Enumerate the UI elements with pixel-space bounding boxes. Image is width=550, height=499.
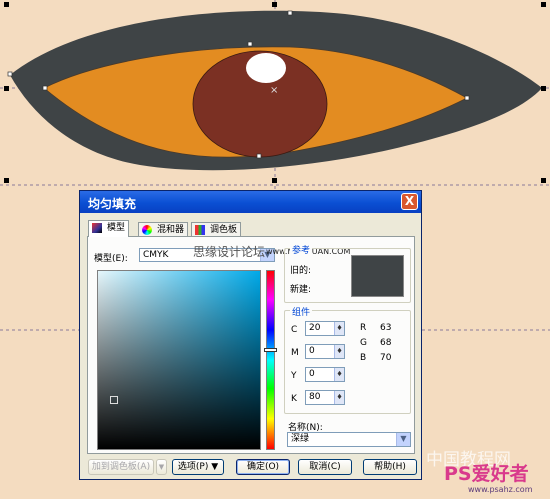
green-value: 68 <box>380 338 392 348</box>
color-picker-marker[interactable] <box>110 396 118 404</box>
blue-value: 70 <box>380 353 392 363</box>
green-label: G <box>360 338 367 348</box>
cancel-button[interactable]: 取消(C) <box>298 459 352 475</box>
add-to-palette-button[interactable]: 加到调色板(A) <box>88 459 154 475</box>
palette-tab-icon <box>195 225 205 235</box>
close-button[interactable]: X <box>401 193 418 210</box>
name-select-value: 深绿 <box>291 434 310 444</box>
yellow-label: Y <box>291 371 297 381</box>
hue-slider[interactable] <box>264 270 277 450</box>
red-value: 63 <box>380 323 392 333</box>
color-preview-swatch <box>351 255 404 297</box>
cyan-value: 20 <box>309 323 321 333</box>
magenta-label: M <box>291 348 299 358</box>
dialog-title: 均匀填充 <box>88 197 137 211</box>
magenta-input[interactable]: 0 ♦ <box>305 344 345 359</box>
magenta-value: 0 <box>309 346 315 356</box>
options-button[interactable]: 选项(P) ▼ <box>172 459 224 475</box>
components-group: 组件 C 20 ♦ M 0 ♦ Y 0 ♦ K 80 ♦ R 63 G 68 B… <box>284 305 411 414</box>
black-input[interactable]: 80 ♦ <box>305 390 345 405</box>
tab-model[interactable]: 模型 <box>88 220 130 237</box>
ok-button[interactable]: 确定(O) <box>236 459 290 475</box>
model-tab-icon <box>92 223 102 233</box>
cyan-label: C <box>291 325 298 335</box>
forum-watermark: 思缘设计论坛 <box>193 245 266 259</box>
reference-group-title: 参考 <box>290 243 313 256</box>
uniform-fill-dialog: 均匀填充 X 模型 混和器 调色板 模型(E): CMYK ▼ 思缘设计论坛 w… <box>79 190 422 480</box>
name-select[interactable]: 深绿 ▼ <box>287 432 411 447</box>
hue-slider-handle[interactable] <box>264 348 277 352</box>
red-label: R <box>360 323 367 333</box>
brand-logo: PS爱好者 <box>444 463 529 485</box>
tab-mixer[interactable]: 混和器 <box>138 222 189 236</box>
spinner-icon[interactable]: ♦ <box>334 368 344 381</box>
cyan-input[interactable]: 20 ♦ <box>305 321 345 336</box>
components-group-title: 组件 <box>290 305 313 318</box>
spinner-icon[interactable]: ♦ <box>334 345 344 358</box>
center-marker: × <box>270 85 278 96</box>
new-color-label: 新建: <box>290 285 312 295</box>
tab-palette[interactable]: 调色板 <box>191 222 242 236</box>
spinner-icon[interactable]: ♦ <box>334 322 344 335</box>
add-to-palette-dropdown[interactable]: ▼ <box>156 459 167 475</box>
reference-group: 参考 旧的: 新建: <box>284 243 411 303</box>
dialog-titlebar[interactable]: 均匀填充 X <box>80 191 421 213</box>
help-button[interactable]: 帮助(H) <box>363 459 417 475</box>
model-label: 模型(E): <box>94 254 128 264</box>
tab-model-label: 模型 <box>107 223 126 233</box>
highlight-shape[interactable] <box>246 53 286 83</box>
yellow-value: 0 <box>309 369 315 379</box>
blue-label: B <box>360 353 367 363</box>
chevron-down-icon: ▼ <box>396 433 410 446</box>
site-url: www.psahz.com <box>468 485 533 494</box>
spinner-icon[interactable]: ♦ <box>334 391 344 404</box>
tab-palette-label: 调色板 <box>210 225 238 235</box>
options-button-label: 选项(P) <box>177 462 209 472</box>
black-value: 80 <box>309 392 321 402</box>
old-color-label: 旧的: <box>290 266 312 276</box>
yellow-input[interactable]: 0 ♦ <box>305 367 345 382</box>
black-label: K <box>291 394 297 404</box>
model-select-value: CMYK <box>143 250 169 260</box>
tab-panel: 模型(E): CMYK ▼ 思缘设计论坛 www.MISSYUAN.COM 参考… <box>87 236 415 454</box>
tab-mixer-label: 混和器 <box>157 225 185 235</box>
color-space-picker[interactable] <box>97 270 261 450</box>
mixer-tab-icon <box>142 225 152 235</box>
site-watermark: 中国教程网 PS爱好者 www.psahz.com <box>420 450 550 499</box>
